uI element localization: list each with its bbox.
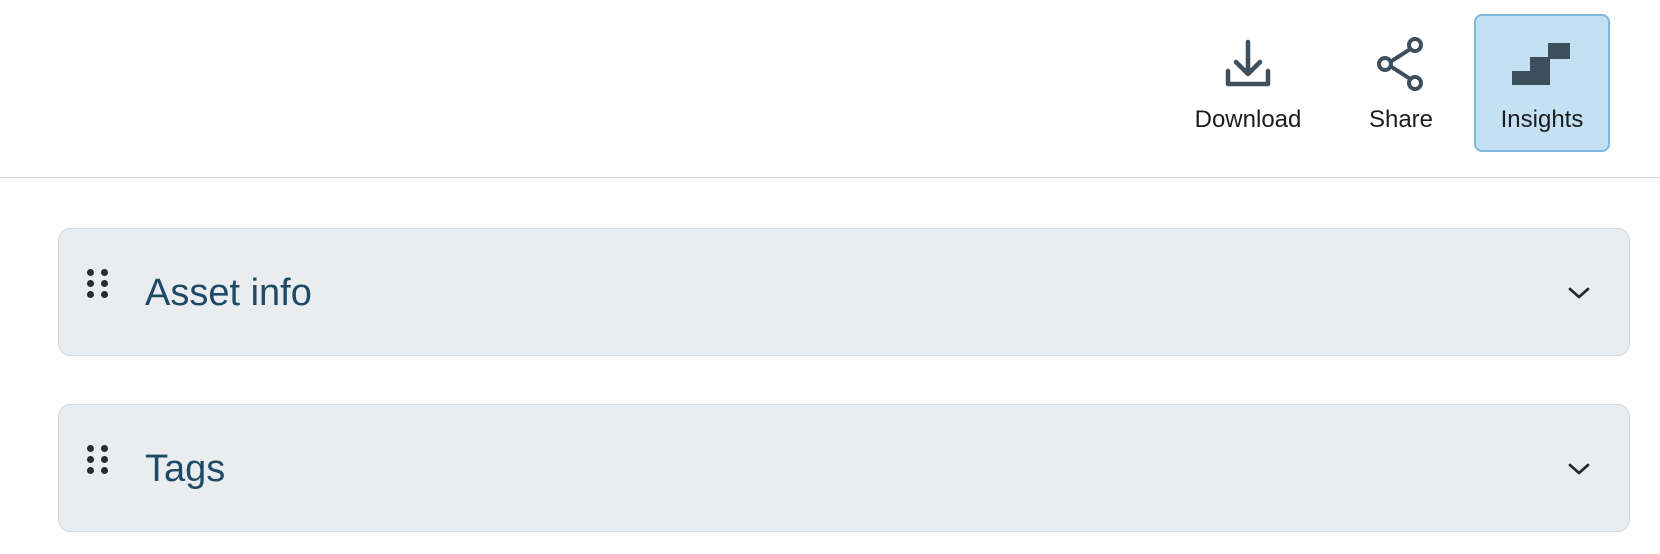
chevron-down-icon[interactable] <box>1567 457 1591 481</box>
download-label: Download <box>1194 106 1302 133</box>
tags-panel-header[interactable]: Tags <box>58 404 1630 532</box>
tags-title: Tags <box>145 448 226 490</box>
insights-icon <box>1512 36 1572 92</box>
share-icon <box>1375 36 1427 92</box>
toolbar: Download Share Insights <box>0 0 1660 178</box>
drag-handle-icon[interactable] <box>87 445 109 477</box>
drag-handle-icon[interactable] <box>87 269 109 301</box>
asset-info-title: Asset info <box>145 272 312 314</box>
insights-label: Insights <box>1500 106 1584 133</box>
share-label: Share <box>1368 106 1434 133</box>
share-button[interactable]: Share <box>1338 14 1464 152</box>
download-icon <box>1224 36 1272 92</box>
download-button[interactable]: Download <box>1180 14 1316 152</box>
chevron-down-icon[interactable] <box>1567 281 1591 305</box>
insights-button[interactable]: Insights <box>1474 14 1610 152</box>
asset-info-panel-header[interactable]: Asset info <box>58 228 1630 356</box>
